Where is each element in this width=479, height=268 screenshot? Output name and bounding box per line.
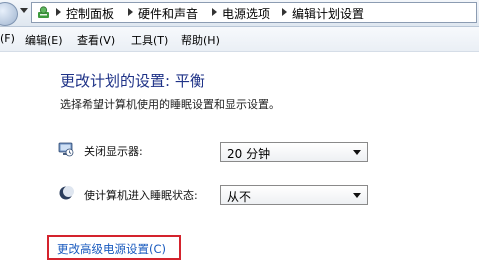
breadcrumb-separator-icon[interactable] bbox=[56, 8, 61, 16]
control-panel-icon bbox=[38, 6, 49, 18]
sleep-select[interactable]: 从不 bbox=[220, 185, 368, 205]
breadcrumb-edit-plan[interactable]: 编辑计划设置 bbox=[292, 5, 364, 22]
address-bar: 控制面板 硬件和声音 电源选项 编辑计划设置 bbox=[0, 0, 479, 27]
breadcrumb-control-panel[interactable]: 控制面板 bbox=[66, 5, 114, 22]
menu-file[interactable]: (F) bbox=[0, 32, 15, 45]
monitor-icon bbox=[58, 142, 74, 157]
display-off-value: 20 分钟 bbox=[227, 147, 271, 161]
display-off-select[interactable]: 20 分钟 bbox=[220, 142, 368, 162]
breadcrumb[interactable]: 控制面板 硬件和声音 电源选项 编辑计划设置 bbox=[31, 2, 477, 23]
highlight-box: 更改高级电源设置(C) bbox=[47, 235, 181, 260]
breadcrumb-separator-icon[interactable] bbox=[282, 8, 287, 16]
menu-help[interactable]: 帮助(H) bbox=[181, 32, 220, 48]
moon-icon bbox=[59, 186, 74, 200]
chevron-down-icon bbox=[353, 150, 361, 155]
breadcrumb-power-options[interactable]: 电源选项 bbox=[222, 5, 270, 22]
sleep-label: 使计算机进入睡眠状态: bbox=[84, 189, 198, 202]
breadcrumb-separator-icon[interactable] bbox=[128, 8, 133, 16]
page-subtitle: 选择希望计算机使用的睡眠设置和显示设置。 bbox=[60, 98, 280, 111]
display-off-label: 关闭显示器: bbox=[84, 145, 143, 158]
breadcrumb-hardware-sound[interactable]: 硬件和声音 bbox=[138, 5, 198, 22]
recent-pages-dropdown-icon[interactable] bbox=[20, 8, 28, 13]
menu-bar: (F) 编辑(E) 查看(V) 工具(T) 帮助(H) bbox=[0, 27, 479, 52]
menu-edit[interactable]: 编辑(E) bbox=[25, 32, 63, 48]
advanced-power-settings-link[interactable]: 更改高级电源设置(C) bbox=[57, 241, 166, 257]
menu-tools[interactable]: 工具(T) bbox=[131, 32, 168, 48]
breadcrumb-separator-icon[interactable] bbox=[212, 8, 217, 16]
page-title: 更改计划的设置: 平衡 bbox=[60, 72, 205, 90]
chevron-down-icon bbox=[353, 193, 361, 198]
menu-view[interactable]: 查看(V) bbox=[77, 32, 115, 48]
forward-button[interactable] bbox=[0, 2, 18, 26]
sleep-value: 从不 bbox=[227, 190, 252, 204]
